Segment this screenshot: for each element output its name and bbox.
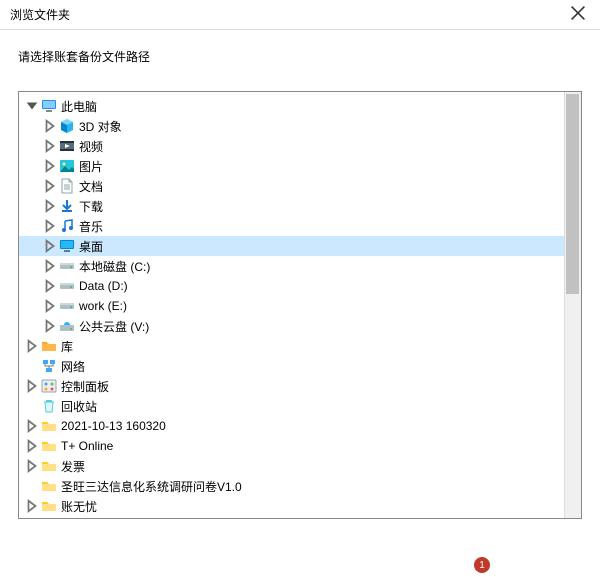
- tree-item-label: 图片: [79, 158, 103, 175]
- tree-item-label: 发票: [61, 458, 85, 475]
- folder-icon: [41, 478, 57, 494]
- monitor-icon: [41, 98, 57, 114]
- folder-icon: [41, 418, 57, 434]
- tree-item[interactable]: 3D 对象: [19, 116, 581, 136]
- scrollbar[interactable]: [564, 92, 581, 518]
- chevron-right-icon[interactable]: [43, 279, 57, 293]
- chevron-right-icon[interactable]: [25, 439, 39, 453]
- tree-item-label: 3D 对象: [79, 118, 122, 135]
- tree-item[interactable]: 桌面: [19, 236, 581, 256]
- network-icon: [41, 358, 57, 374]
- drive-icon: [59, 258, 75, 274]
- dialog-footer: 1: [0, 541, 600, 577]
- tree-item[interactable]: 圣旺三达信息化系统调研问卷V1.0: [19, 476, 581, 496]
- tree-item[interactable]: 网络: [19, 356, 581, 376]
- libraries-icon: [41, 338, 57, 354]
- tree-item-label: 圣旺三达信息化系统调研问卷V1.0: [61, 478, 242, 495]
- tree-item[interactable]: 控制面板: [19, 376, 581, 396]
- tree-item-label: 文档: [79, 178, 103, 195]
- folder-icon: [41, 458, 57, 474]
- tree-item[interactable]: T+ Online: [19, 436, 581, 456]
- tree-item-label: 公共云盘 (V:): [79, 318, 149, 335]
- chevron-right-icon[interactable]: [25, 499, 39, 513]
- tree-item[interactable]: 发票: [19, 456, 581, 476]
- video-icon: [59, 138, 75, 154]
- tree-item[interactable]: 音乐: [19, 216, 581, 236]
- tree-item-label: T+ Online: [61, 439, 113, 453]
- folder-icon: [41, 438, 57, 454]
- chevron-right-icon[interactable]: [25, 379, 39, 393]
- chevron-right-icon[interactable]: [43, 299, 57, 313]
- tree-item-label: 网络: [61, 358, 85, 375]
- clouddrive-icon: [59, 318, 75, 334]
- tree-item[interactable]: 2021-10-13 160320: [19, 416, 581, 436]
- annotation-marker: 1: [474, 557, 490, 573]
- recyclebin-icon: [41, 398, 57, 414]
- folder-icon: [41, 498, 57, 514]
- folder-tree-container: 此电脑 3D 对象视频图片文档下载音乐桌面本地磁盘 (C:) Data (D:) wo…: [18, 91, 582, 519]
- tree-item-label: 桌面: [79, 238, 103, 255]
- chevron-right-icon[interactable]: [25, 339, 39, 353]
- controlpanel-icon: [41, 378, 57, 394]
- tree-item[interactable]: 视频: [19, 136, 581, 156]
- pictures-icon: [59, 158, 75, 174]
- chevron-right-icon[interactable]: [43, 239, 57, 253]
- drive-icon: [59, 278, 75, 294]
- tree-item-label: 控制面板: [61, 378, 109, 395]
- chevron-down-icon[interactable]: [25, 99, 39, 113]
- titlebar: 浏览文件夹: [0, 0, 600, 30]
- tree-item[interactable]: 公共云盘 (V:): [19, 316, 581, 336]
- close-button[interactable]: [555, 0, 600, 30]
- tree-item-label: 账无忧: [61, 498, 97, 515]
- chevron-right-icon[interactable]: [43, 139, 57, 153]
- music-icon: [59, 218, 75, 234]
- chevron-right-icon[interactable]: [43, 199, 57, 213]
- tree-item-label: 回收站: [61, 398, 97, 415]
- tree-item[interactable]: 本地磁盘 (C:): [19, 256, 581, 276]
- tree-item[interactable]: work (E:): [19, 296, 581, 316]
- tree-item-label: 下载: [79, 198, 103, 215]
- tree-item-label: 视频: [79, 138, 103, 155]
- chevron-right-icon[interactable]: [43, 219, 57, 233]
- instruction-text: 请选择账套备份文件路径: [0, 30, 600, 83]
- desktop-icon: [59, 238, 75, 254]
- tree-item[interactable]: 此电脑: [19, 96, 581, 116]
- tree-item[interactable]: 图片: [19, 156, 581, 176]
- downloads-icon: [59, 198, 75, 214]
- tree-item[interactable]: 文档: [19, 176, 581, 196]
- folder-tree[interactable]: 此电脑 3D 对象视频图片文档下载音乐桌面本地磁盘 (C:) Data (D:) wo…: [19, 92, 581, 518]
- chevron-right-icon[interactable]: [43, 179, 57, 193]
- tree-item-label: 库: [61, 338, 73, 355]
- chevron-right-icon[interactable]: [25, 419, 39, 433]
- chevron-right-icon[interactable]: [43, 319, 57, 333]
- tree-item-label: 此电脑: [61, 98, 97, 115]
- scrollbar-thumb[interactable]: [566, 94, 579, 294]
- chevron-right-icon[interactable]: [43, 259, 57, 273]
- tree-item-label: work (E:): [79, 299, 127, 313]
- chevron-right-icon[interactable]: [43, 119, 57, 133]
- chevron-right-icon[interactable]: [25, 459, 39, 473]
- tree-item[interactable]: 账无忧: [19, 496, 581, 516]
- tree-item-label: 音乐: [79, 218, 103, 235]
- tree-item[interactable]: 回收站: [19, 396, 581, 416]
- 3dobjects-icon: [59, 118, 75, 134]
- close-icon: [570, 5, 586, 24]
- documents-icon: [59, 178, 75, 194]
- dialog-title: 浏览文件夹: [10, 6, 70, 23]
- tree-item-label: Data (D:): [79, 279, 128, 293]
- tree-item-label: 2021-10-13 160320: [61, 419, 166, 433]
- chevron-right-icon[interactable]: [43, 159, 57, 173]
- tree-item[interactable]: Data (D:): [19, 276, 581, 296]
- tree-item[interactable]: 库: [19, 336, 581, 356]
- tree-item[interactable]: 下载: [19, 196, 581, 216]
- drive-icon: [59, 298, 75, 314]
- tree-item-label: 本地磁盘 (C:): [79, 258, 150, 275]
